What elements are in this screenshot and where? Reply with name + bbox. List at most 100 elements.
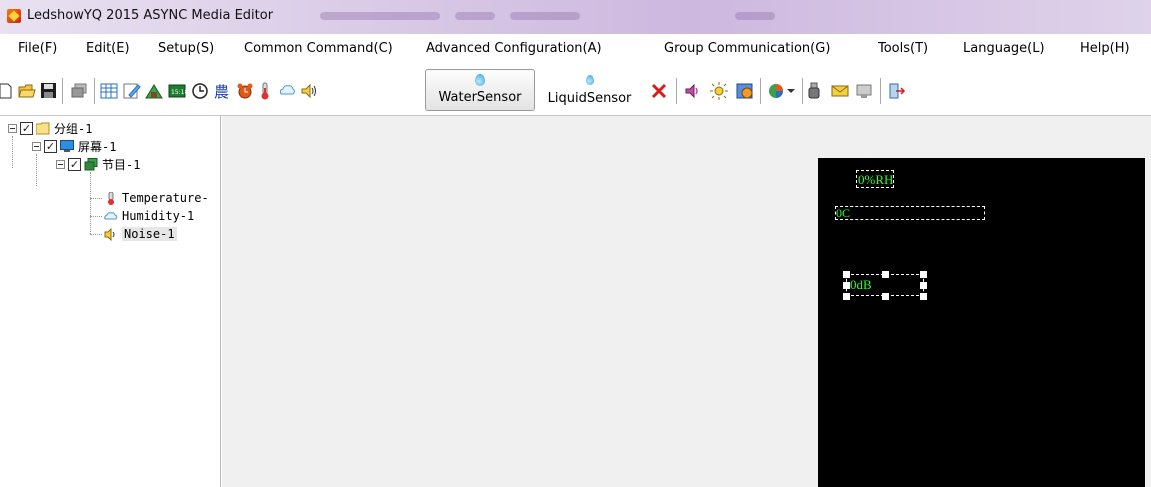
water-drop-icon	[475, 74, 485, 86]
tree-node-group[interactable]: ✓ 分组-1	[8, 119, 92, 137]
title-bar-blur	[510, 12, 580, 20]
save-icon[interactable]	[40, 82, 58, 100]
resize-handle[interactable]	[920, 282, 927, 289]
screen-icon[interactable]	[855, 82, 873, 100]
toolbar-separator	[94, 78, 95, 104]
toolbar-separator	[880, 78, 881, 104]
tree-item-humidity[interactable]: Humidity-1	[104, 207, 194, 225]
tree-label-screen: 屏幕-1	[78, 139, 117, 154]
menu-help[interactable]: Help(H)	[1080, 41, 1130, 56]
edit-icon[interactable]	[123, 82, 141, 100]
tree-connector	[90, 172, 91, 234]
speaker-icon[interactable]	[684, 82, 702, 100]
tree-item-temperature[interactable]: Temperature-	[104, 189, 209, 207]
resize-handle[interactable]	[843, 282, 850, 289]
tree-connector	[90, 198, 102, 199]
tree-collapse-toggle[interactable]	[8, 123, 17, 133]
liquid-sensor-button[interactable]: LiquidSensor	[537, 69, 642, 111]
title-bar-blur	[455, 12, 495, 20]
chevron-down-icon[interactable]	[786, 82, 796, 100]
clock-icon[interactable]	[191, 82, 209, 100]
project-tree: ✓ 分组-1 ✓ 屏幕-1 ✓ 节目-1 Temperature- Humidi…	[0, 116, 221, 487]
toolbar: 15:18 農 WaterSensor LiquidSensor	[0, 64, 1151, 116]
group-checkbox[interactable]: ✓	[20, 121, 33, 135]
app-logo-icon	[7, 9, 21, 23]
water-sensor-label: WaterSensor	[438, 90, 522, 105]
tree-connector	[36, 154, 37, 186]
toolbar-separator	[676, 78, 677, 104]
tree-label-group: 分组-1	[54, 121, 93, 136]
title-bar: LedshowYQ 2015 ASYNC Media Editor	[0, 0, 1151, 34]
humidity-icon[interactable]	[278, 82, 296, 100]
temperature-area-frame[interactable]	[835, 206, 985, 220]
title-bar-blur	[320, 12, 440, 20]
liquid-drop-icon	[585, 75, 594, 85]
toolbar-separator	[760, 78, 761, 104]
tree-label-humidity: Humidity-1	[122, 209, 195, 223]
led-humidity-text: 0%RH	[858, 172, 894, 187]
monitor-icon	[60, 139, 74, 152]
resize-handle[interactable]	[882, 271, 889, 278]
grid-icon[interactable]	[100, 82, 118, 100]
tree-collapse-toggle[interactable]	[56, 159, 65, 169]
open-folder-icon[interactable]	[18, 82, 36, 100]
thermometer-icon[interactable]	[259, 82, 271, 100]
resize-handle[interactable]	[882, 293, 889, 300]
window-title: LedshowYQ 2015 ASYNC Media Editor	[27, 8, 274, 23]
brightness-icon[interactable]	[710, 82, 728, 100]
sound-icon[interactable]	[300, 82, 318, 100]
resize-handle[interactable]	[843, 271, 850, 278]
led-noise-text: 0dB	[850, 277, 872, 292]
tree-node-screen[interactable]: ✓ 屏幕-1	[32, 137, 116, 155]
alarm-icon[interactable]	[236, 82, 254, 100]
resize-handle[interactable]	[920, 293, 927, 300]
led-temperature-text: 0C	[836, 206, 851, 220]
tree-label-noise: Noise-1	[122, 227, 177, 241]
toolbar-separator	[802, 78, 803, 104]
menu-tools[interactable]: Tools(T)	[878, 41, 928, 56]
tree-node-program[interactable]: ✓ 节目-1	[56, 155, 140, 173]
new-file-icon[interactable]	[0, 82, 12, 100]
menu-bar: File(F) Edit(E) Setup(S) Common Command(…	[0, 34, 1151, 64]
menu-advanced-configuration[interactable]: Advanced Configuration(A)	[426, 41, 602, 56]
menu-common-command[interactable]: Common Command(C)	[244, 41, 393, 56]
chart-icon[interactable]	[767, 82, 785, 100]
folder-icon	[36, 122, 50, 134]
timer-icon[interactable]	[736, 82, 754, 100]
tree-connector	[90, 216, 102, 217]
tree-collapse-toggle[interactable]	[32, 141, 41, 151]
title-bar-blur	[735, 12, 775, 20]
sound-icon	[104, 227, 115, 241]
tree-label-program: 节目-1	[102, 157, 141, 172]
liquid-sensor-label: LiquidSensor	[547, 91, 632, 106]
resize-handle[interactable]	[843, 293, 850, 300]
menu-file[interactable]: File(F)	[18, 41, 57, 56]
copy-window-icon[interactable]	[70, 82, 88, 100]
program-pages-icon	[84, 157, 98, 170]
menu-language[interactable]: Language(L)	[963, 41, 1045, 56]
screen-checkbox[interactable]: ✓	[44, 139, 57, 153]
svg-text:農: 農	[214, 83, 229, 100]
send-icon[interactable]	[831, 82, 849, 100]
usb-icon[interactable]	[808, 82, 820, 100]
image-icon[interactable]	[145, 82, 163, 100]
tree-item-noise[interactable]: Noise-1	[104, 225, 177, 243]
tree-connector	[90, 234, 102, 235]
delete-icon[interactable]	[650, 82, 668, 100]
svg-text:15:18: 15:18	[171, 89, 186, 96]
led-screen-preview[interactable]: 0%RH 0C 0dB	[818, 158, 1145, 487]
menu-group-communication[interactable]: Group Communication(G)	[664, 41, 830, 56]
clock-digital-icon[interactable]: 15:18	[168, 82, 188, 100]
water-sensor-button[interactable]: WaterSensor	[425, 69, 535, 111]
tree-label-temperature: Temperature-	[122, 191, 209, 205]
lunar-calendar-icon[interactable]: 農	[213, 82, 231, 101]
exit-icon[interactable]	[888, 82, 906, 100]
menu-edit[interactable]: Edit(E)	[86, 41, 130, 56]
program-checkbox[interactable]: ✓	[68, 157, 81, 171]
menu-setup[interactable]: Setup(S)	[158, 41, 214, 56]
resize-handle[interactable]	[920, 271, 927, 278]
thermometer-icon	[108, 191, 114, 205]
toolbar-separator	[62, 78, 63, 104]
tree-connector	[12, 136, 13, 168]
humidity-icon	[104, 211, 118, 219]
